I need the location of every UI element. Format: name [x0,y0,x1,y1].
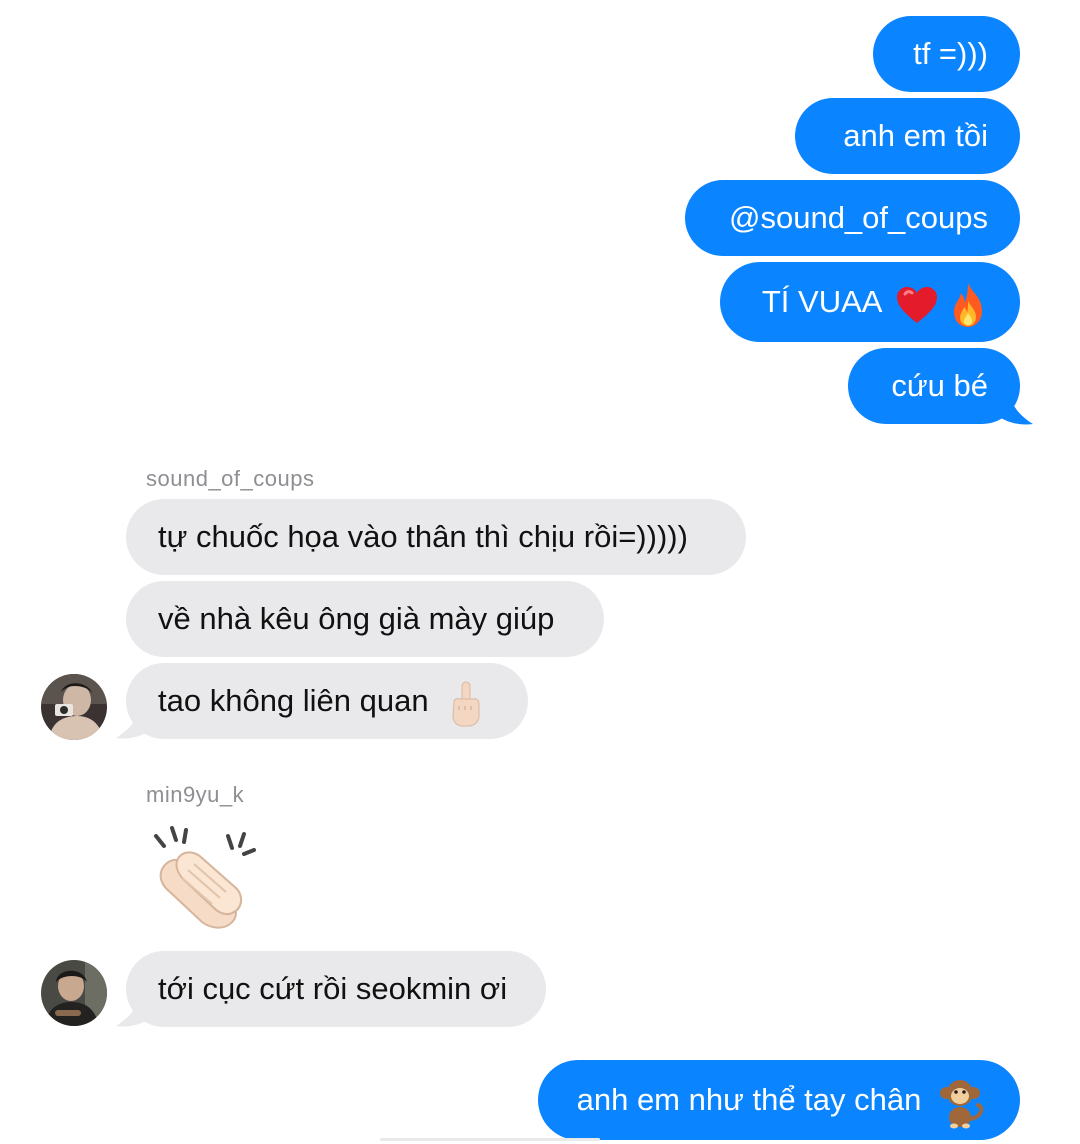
message-text: về nhà kêu ông già mày giúp [158,601,555,636]
fire-icon [948,264,988,344]
message-text: anh em như thể tay chân [576,1082,922,1117]
incoming-message[interactable]: tới cục cứt rồi seokmin ơi [126,951,546,1027]
sender-name: min9yu_k [146,782,245,807]
incoming-message[interactable]: tự chuốc họa vào thân thì chịu rồi=))))) [126,499,746,575]
message-text: TÍ VUAA [761,284,881,319]
message-text: tự chuốc họa vào thân thì chịu rồi=))))) [158,519,688,554]
outgoing-message[interactable]: anh em như thể tay chân [538,1060,1020,1140]
message-text: tf =))) [913,36,988,71]
monkey-icon [938,1062,988,1142]
bubble-tail [116,986,154,1027]
avatar[interactable] [41,960,107,1026]
message-text: cứu bé [891,368,988,403]
avatar[interactable] [41,674,107,740]
outgoing-message[interactable]: anh em tồi [795,98,1020,174]
middle-finger-icon [449,665,483,741]
chat-thread: tf =))) anh em tồi @sound_of_coups TÍ VU… [0,0,1080,1144]
outgoing-message[interactable]: tf =))) [873,16,1020,92]
message-text: tới cục cứt rồi seokmin ơi [158,971,508,1006]
scroll-indicator [380,1138,600,1141]
message-text: @sound_of_coups [729,200,988,235]
outgoing-message[interactable]: @sound_of_coups [685,180,1020,256]
sender-name: sound_of_coups [146,466,315,491]
outgoing-message[interactable]: TÍ VUAA [720,262,1020,342]
incoming-message[interactable]: tao không liên quan [126,663,528,739]
message-text: anh em tồi [843,118,988,153]
clapping-hands-icon[interactable] [150,826,260,930]
incoming-message[interactable]: về nhà kêu ông già mày giúp [126,581,604,657]
red-heart-icon [895,264,939,344]
message-text: tao không liên quan [158,683,429,718]
bubble-tail [995,384,1033,425]
bubble-tail [116,698,154,739]
